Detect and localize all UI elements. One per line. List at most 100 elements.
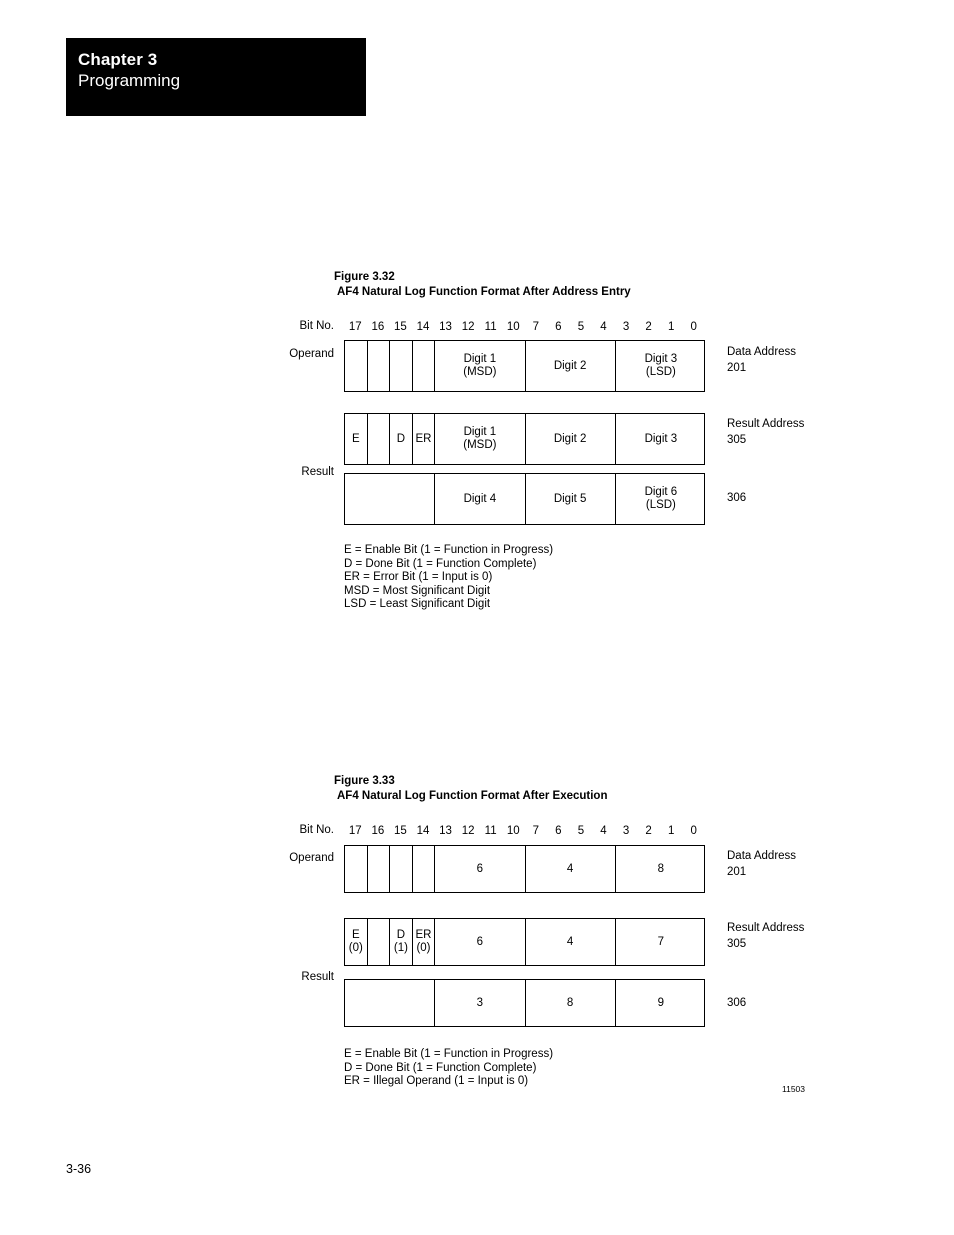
figure-3-32-caption: Figure 3.32 AF4 Natural Log Function For…	[334, 270, 631, 299]
bit-number: 12	[461, 825, 475, 837]
digit-sub: (LSD)	[645, 499, 676, 511]
bit-cell-15	[390, 341, 413, 391]
bit-number: 17	[348, 825, 362, 837]
bit-cell-15-done: D (1)	[390, 919, 413, 965]
operand-label-1: Operand	[289, 348, 334, 360]
legend-line: ER = Illegal Operand (1 = Input is 0)	[344, 1075, 529, 1088]
bit-number: 11	[484, 321, 497, 333]
digit-cell-1: 6	[435, 846, 526, 892]
bit-number: 14	[416, 321, 430, 333]
bit-number: 4	[600, 321, 607, 333]
digit-cell-5: Digit 5	[526, 474, 616, 524]
bit-number: 3	[622, 321, 630, 333]
digit-main: Digit 4	[463, 492, 497, 505]
figure-3-33-legend: E = Enable Bit (1 = Function in Progress…	[344, 1048, 553, 1089]
bit-cell-14-error: ER	[413, 414, 436, 464]
legend-line: MSD = Most Significant Digit	[344, 584, 491, 597]
figure-3-33-title: AF4 Natural Log Function Format After Ex…	[337, 789, 608, 802]
bit-number: 2	[645, 321, 652, 333]
bit-cell-17-enable: E	[345, 414, 368, 464]
bit-number: 1	[667, 825, 675, 837]
digit-sub: (MSD)	[463, 439, 497, 451]
bit-number: 5	[577, 825, 585, 837]
digit-cell-6: Digit 6 (LSD)	[616, 474, 706, 524]
figure-3-32-legend: E = Enable Bit (1 = Function in Progress…	[344, 544, 553, 612]
digit-main: 3	[476, 996, 484, 1009]
bit-number: 7	[532, 321, 539, 333]
bit-number: 0	[690, 321, 697, 333]
bit-value: (0)	[416, 942, 431, 954]
bit-number: 6	[555, 321, 562, 333]
digit-cell-6: 9	[616, 980, 706, 1026]
page-number: 3-36	[66, 1162, 92, 1176]
bit-cell-14-error: ER (0)	[413, 919, 436, 965]
result-address-value-2: 305	[727, 938, 747, 950]
data-address-value-1: 201	[727, 362, 747, 374]
legend-line: LSD = Least Significant Digit	[344, 598, 491, 611]
bit-cell-14	[413, 846, 436, 892]
digit-cell-2: Digit 2	[526, 341, 616, 391]
legend-line: E = Enable Bit (1 = Function in Progress…	[344, 544, 554, 556]
digit-cell-1: Digit 1 (MSD)	[435, 341, 526, 391]
digit-main: 8	[566, 996, 574, 1009]
bit-cell-16	[368, 919, 391, 965]
bit-number: 16	[371, 321, 385, 333]
bit-cell-16	[368, 341, 391, 391]
data-address-title-1: Data Address	[727, 346, 797, 358]
digit-main: Digit 2	[553, 432, 587, 445]
digit-sub: (LSD)	[645, 366, 676, 378]
digit-cell-2: 4	[526, 919, 616, 965]
result-address-title-1: Result Address	[727, 418, 805, 430]
result-label-2: Result	[301, 971, 334, 983]
result-address-value-1: 305	[727, 434, 747, 446]
bit-number: 15	[394, 321, 407, 333]
digit-main: 6	[476, 935, 484, 948]
digit-cell-2: Digit 2	[526, 414, 616, 464]
figure-3-32-number: Figure 3.32	[334, 271, 395, 283]
bit-number: 7	[532, 825, 539, 837]
data-address-value-2: 201	[727, 866, 747, 878]
digit-cell-3: 7	[616, 919, 706, 965]
digit-sub: (MSD)	[463, 366, 497, 378]
digit-main: 9	[657, 996, 665, 1009]
digit-main: 4	[566, 862, 574, 875]
bit-number: 0	[690, 825, 697, 837]
result-word-2a: E (0) D (1) ER (0) 6 4 7	[344, 918, 705, 966]
bit-number: 14	[416, 825, 430, 837]
bit-value: (1)	[393, 942, 408, 954]
digit-main: Digit 1	[463, 426, 497, 438]
bit-cell-17	[345, 846, 368, 892]
digit-cell-3: Digit 3 (LSD)	[616, 341, 706, 391]
bit-cell-16	[368, 414, 391, 464]
legend-line: D = Done Bit (1 = Function Complete)	[344, 557, 537, 570]
bit-number: 13	[439, 321, 452, 333]
bit-number: 10	[506, 321, 520, 333]
chapter-title: Programming	[78, 71, 181, 90]
bit-cell-17-enable: E (0)	[345, 919, 368, 965]
bit-number: 15	[394, 825, 407, 837]
legend-line: D = Done Bit (1 = Function Complete)	[344, 1061, 537, 1074]
digit-main: Digit 6	[644, 486, 678, 498]
digit-cell-3: 8	[616, 846, 706, 892]
bit-number: 17	[348, 321, 362, 333]
result-word-1a: E D ER Digit 1 (MSD) Digit 2 Digit 3	[344, 413, 705, 465]
bit-number: 13	[439, 825, 452, 837]
digit-main: Digit 1	[463, 353, 497, 365]
bit-cell-16	[368, 846, 391, 892]
bit-value: (0)	[348, 942, 363, 954]
digit-main: Digit 5	[553, 492, 587, 505]
result-word-1b: Digit 4 Digit 5 Digit 6 (LSD)	[344, 473, 705, 525]
digit-cell-1: 6	[435, 919, 526, 965]
bit-number: 2	[645, 825, 652, 837]
bit-main: ER	[415, 929, 432, 941]
bit-cell-14	[413, 341, 436, 391]
bit-number: 1	[667, 321, 675, 333]
bit-main: E	[351, 929, 360, 941]
digit-cell-4: 3	[435, 980, 526, 1026]
legend-line: E = Enable Bit (1 = Function in Progress…	[344, 1048, 554, 1060]
digit-cell-5: 8	[526, 980, 616, 1026]
bit-number-row-1: 17 16 15 14 13 12 11 10 7 6 5 4 3 2 1 0	[344, 319, 705, 335]
bit-number-row-2: 17 16 15 14 13 12 11 10 7 6 5 4 3 2 1 0	[344, 823, 705, 839]
result-address-value-1b: 306	[727, 492, 747, 504]
bit-number: 3	[622, 825, 630, 837]
